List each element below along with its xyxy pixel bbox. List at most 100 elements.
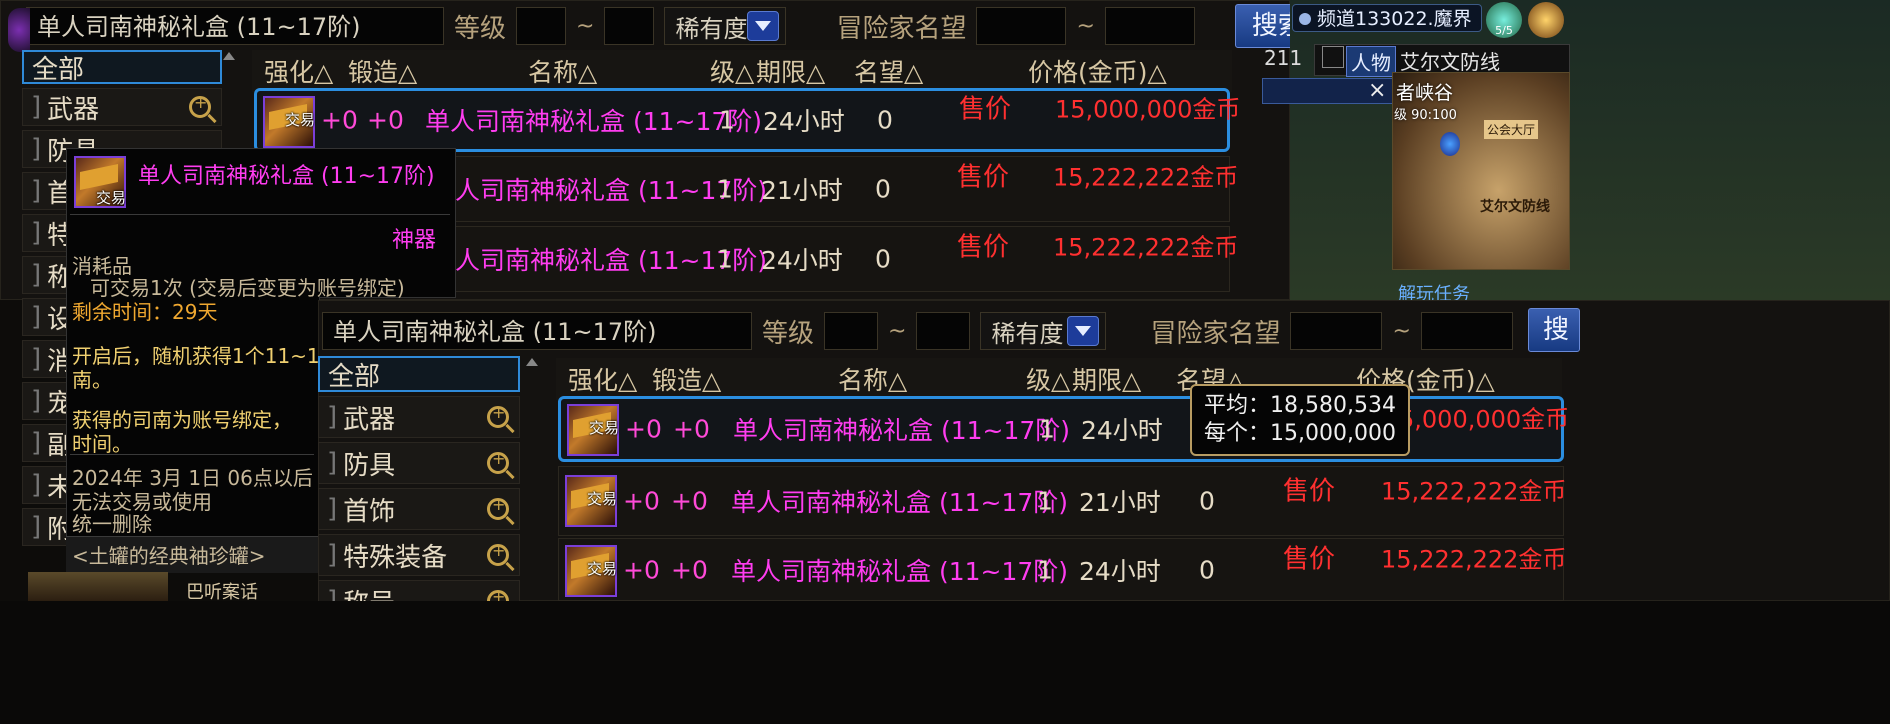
bracket: ]: [31, 218, 42, 248]
back-category-weapon[interactable]: ] 武器: [22, 88, 222, 126]
front-category-weapon[interactable]: ] 武器: [318, 396, 520, 438]
zoom-in-icon[interactable]: [487, 495, 509, 520]
minimap-title: 者峡谷: [1396, 82, 1454, 104]
back-scroll-up[interactable]: [223, 52, 235, 60]
bracket: ]: [31, 260, 42, 290]
forge-value: +0: [367, 105, 404, 135]
forge-value: +0: [671, 486, 708, 516]
front-category-all[interactable]: 全部: [318, 356, 520, 392]
col-forge[interactable]: 锻造△: [348, 53, 417, 89]
price-value: 5,000,000金币: [1399, 405, 1570, 434]
back-category-all[interactable]: 全部: [22, 50, 222, 85]
back-level-min[interactable]: [516, 7, 567, 45]
tab-character-label[interactable]: 人物: [1346, 46, 1396, 77]
bracket: ]: [31, 302, 42, 332]
fame-value: 0: [875, 244, 891, 274]
back-rarity-select[interactable]: 稀有度: [664, 7, 787, 45]
sale-label: 售价: [957, 232, 1010, 263]
front-scroll-up[interactable]: [526, 358, 538, 366]
front-category-special[interactable]: ] 特殊装备: [318, 534, 520, 576]
trade-tag: 交易: [586, 560, 617, 578]
front-search-button[interactable]: 搜: [1528, 308, 1581, 352]
globe-icon: [1299, 13, 1311, 25]
trade-tag: 交易: [284, 111, 315, 129]
front-fame-max[interactable]: [1420, 312, 1513, 350]
channel-badge: 5/5: [1486, 2, 1522, 38]
level-value: 1: [1039, 414, 1055, 444]
price-value: 15,222,222金币: [1381, 477, 1567, 506]
back-name-input[interactable]: 单人司南神秘礼盒 (11~17阶): [26, 7, 444, 45]
minimap-guild[interactable]: 公会大厅: [1484, 120, 1539, 139]
price-tooltip: 平均：18,580,534 每个：15,000,000: [1190, 384, 1410, 456]
col-enhance[interactable]: 强化△: [264, 53, 333, 89]
front-table-header: 强化△ 锻造△ 名称△ 级△ 期限△ 名望△ 价格(金币)△: [556, 358, 1562, 400]
cat-label: 武器: [47, 94, 100, 125]
bracket: ]: [327, 494, 338, 524]
col-enhance[interactable]: 强化△: [568, 361, 637, 397]
col-name[interactable]: 名称△: [528, 53, 597, 89]
price-value: 15,222,222金币: [1053, 233, 1239, 262]
back-search-bar: 单人司南神秘礼盒 (11~17阶) 等级 ~ 稀有度 冒险家名望 ~ 搜索: [8, 4, 1321, 52]
gift-box-icon: 交易: [567, 404, 619, 456]
chevron-down-icon[interactable]: [1067, 316, 1100, 346]
front-rarity-select[interactable]: 稀有度: [980, 312, 1107, 350]
back-table-header: 强化△ 锻造△ 名称△ 级△ 期限△ 名望△ 价格(金币)△: [252, 50, 1232, 92]
enhance-value: +0: [623, 555, 660, 584]
col-name[interactable]: 名称△: [838, 361, 907, 397]
gift-box-icon: 交易: [74, 156, 126, 208]
front-level-min[interactable]: [824, 312, 879, 350]
front-name-input[interactable]: 单人司南神秘礼盒 (11~17阶): [322, 312, 752, 350]
tooltip-time: 剩余时间：29天: [72, 300, 218, 324]
level-value: 1: [717, 244, 733, 274]
front-listing-row-2[interactable]: 交易 +0 +0 单人司南神秘礼盒 (11~17阶) 1 21小时 0 售价 1…: [558, 466, 1567, 536]
price-value: 15,222,222金币: [1381, 545, 1567, 574]
arrow-up-icon: [526, 358, 538, 366]
bracket: ]: [327, 540, 338, 570]
back-fame-max[interactable]: [1104, 7, 1195, 45]
back-rarity-value: 稀有度: [675, 14, 748, 43]
minimap-area-label: 艾尔文防线: [1480, 199, 1550, 215]
back-listing-row-1[interactable]: 交易 +0 +0 单人司南神秘礼盒 (11~17阶) 1 24小时 0 售价 1…: [254, 88, 1240, 152]
back-level-max[interactable]: [604, 7, 655, 45]
col-level[interactable]: 级△: [1026, 361, 1070, 397]
zoom-in-icon[interactable]: [189, 93, 211, 118]
front-fame-min[interactable]: [1290, 312, 1383, 350]
col-price[interactable]: 价格(金币)△: [1028, 53, 1167, 89]
gift-box-icon: 交易: [565, 475, 617, 527]
col-term[interactable]: 期限△: [1072, 361, 1141, 397]
front-level-label: 等级: [762, 318, 815, 349]
enhance-value: +0: [321, 105, 358, 135]
front-tilde: ~: [888, 318, 907, 344]
channel-bar[interactable]: 频道133022.魔界: [1292, 4, 1482, 32]
menu-orb-icon[interactable]: [1528, 2, 1564, 38]
col-level[interactable]: 级△: [710, 53, 754, 89]
front-search-bar: 单人司南神秘礼盒 (11~17阶) 等级 ~ 稀有度 冒险家名望 ~: [322, 312, 1513, 350]
back-fame-tilde: ~: [1076, 13, 1095, 39]
front-rarity-value: 稀有度: [991, 319, 1064, 348]
zoom-in-icon[interactable]: [487, 541, 509, 566]
front-category-accessory[interactable]: ] 首饰: [318, 488, 520, 530]
zoom-in-icon[interactable]: [487, 403, 509, 428]
front-category-armor[interactable]: ] 防具: [318, 442, 520, 484]
front-listing-row-3[interactable]: 交易 +0 +0 单人司南神秘礼盒 (11~17阶) 1 24小时 0 售价 1…: [558, 538, 1567, 601]
col-forge[interactable]: 锻造△: [652, 361, 721, 397]
front-level-max[interactable]: [916, 312, 971, 350]
term-value: 21小时: [761, 176, 843, 205]
col-term[interactable]: 期限△: [756, 53, 825, 89]
cat-label: 武器: [343, 404, 396, 435]
tab-character[interactable]: [1322, 46, 1344, 68]
forge-value: +0: [673, 414, 710, 444]
close-icon[interactable]: ×: [1368, 78, 1386, 103]
zoom-in-icon[interactable]: [487, 449, 509, 474]
chevron-down-icon[interactable]: [747, 11, 780, 41]
back-fame-label: 冒险家名望: [836, 13, 967, 44]
col-fame[interactable]: 名望△: [854, 53, 923, 89]
fame-value: 0: [1199, 486, 1215, 516]
enhance-value: +0: [623, 486, 660, 516]
front-listing-row-1[interactable]: 交易 +0 +0 单人司南神秘礼盒 (11~17阶) 1 24小时 5,000,…: [558, 396, 1569, 462]
cat-label: 全部: [32, 54, 85, 85]
sale-label: 售价: [957, 162, 1010, 193]
enhance-value: +0: [625, 414, 662, 444]
back-fame-min[interactable]: [976, 7, 1067, 45]
item-name: 单人司南神秘礼盒 (11~17阶): [731, 556, 1069, 586]
